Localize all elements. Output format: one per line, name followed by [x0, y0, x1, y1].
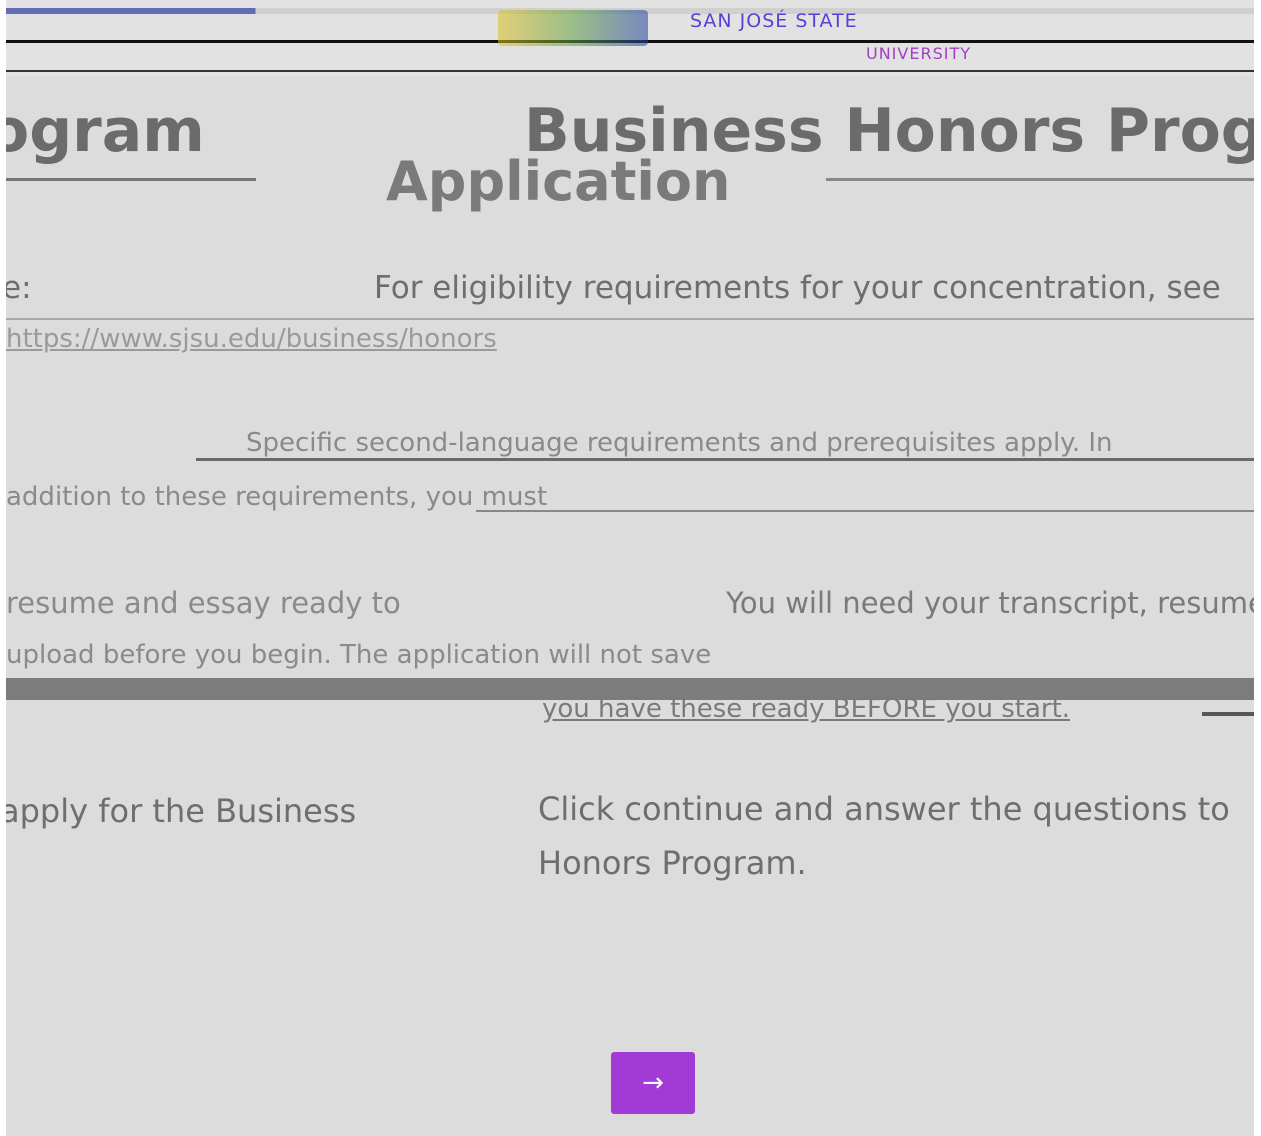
eligibility-link[interactable]: https://www.sjsu.edu/business/honors — [6, 324, 497, 354]
requirements-line-2: addition to these requirements, you must — [6, 482, 548, 512]
eligibility-text-fragment: e: — [6, 270, 32, 306]
eligibility-divider — [6, 318, 1254, 320]
right-arrow-icon: → — [642, 1068, 664, 1098]
documents-line-2: upload before you begin. The application… — [6, 640, 712, 670]
documents-text: You will need your transcript, resume an… — [726, 586, 1254, 620]
eligibility-text: For eligibility requirements for your co… — [374, 270, 1221, 306]
site-header: SAN JOSÉ STATE UNIVERSITY — [6, 0, 1254, 76]
requirements-rule — [196, 458, 1254, 461]
title-underline-left — [6, 178, 256, 181]
header-rule-bottom — [6, 70, 1254, 72]
title-underline-right — [826, 178, 1254, 181]
application-page: SAN JOSÉ STATE UNIVERSITY ogram Business… — [6, 0, 1254, 1136]
continue-button[interactable]: → — [611, 1052, 695, 1114]
documents-rule-end — [1202, 712, 1254, 716]
requirements-line-1: Specific second-language requirements an… — [246, 428, 1113, 458]
requirements-underline — [476, 510, 1254, 512]
documents-text-fragment: resume and essay ready to — [6, 586, 401, 620]
university-name-line2[interactable]: UNIVERSITY — [866, 44, 971, 63]
continue-instruction: Click continue and answer the questions … — [538, 790, 1230, 828]
continue-instruction-line-2: Honors Program. — [538, 844, 807, 882]
university-name-line1[interactable]: SAN JOSÉ STATE — [690, 10, 858, 32]
page-subtitle: Application — [386, 150, 731, 213]
continue-instruction-fragment: apply for the Business — [6, 792, 357, 830]
page-title-fragment: ogram — [6, 96, 205, 166]
documents-line-3: you have these ready BEFORE you start. — [542, 694, 1071, 724]
university-seal-icon[interactable] — [498, 10, 648, 46]
